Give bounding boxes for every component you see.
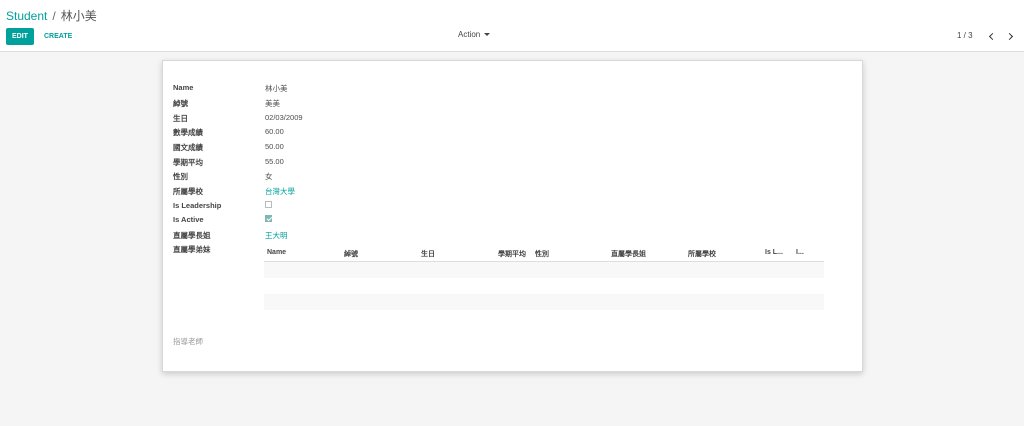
field-row-nickname: 綽號 美美 — [173, 98, 843, 112]
pager-value[interactable]: 1 / 3 — [957, 31, 973, 40]
form-sheet: Name 林小美 綽號 美美 生日 02/03/2009 數學成績 60.00 … — [162, 60, 863, 372]
field-value-nickname: 美美 — [265, 99, 280, 108]
action-dropdown[interactable]: Action — [458, 30, 491, 39]
pager-previous-button[interactable] — [985, 28, 999, 44]
field-label-senior: 直屬學長姐 — [173, 231, 211, 240]
column-header-gender[interactable]: 性別 — [535, 249, 549, 259]
field-row-math-score: 數學成績 60.00 — [173, 127, 843, 141]
field-value-school-link[interactable]: 台灣大學 — [265, 186, 295, 197]
field-label-is-active: Is Active — [173, 215, 204, 224]
column-header-nickname[interactable]: 綽號 — [344, 249, 358, 259]
field-label-birthday: 生日 — [173, 114, 188, 123]
field-value-senior-link[interactable]: 王大明 — [265, 230, 288, 241]
chevron-right-icon — [1005, 32, 1013, 40]
field-row-is-leadership: Is Leadership — [173, 201, 843, 215]
field-row-is-active: Is Active — [173, 215, 843, 229]
column-header-name[interactable]: Name — [267, 249, 286, 256]
field-value-name: 林小美 — [265, 84, 288, 93]
field-label-is-leadership: Is Leadership — [173, 201, 222, 210]
column-header-is-leadership[interactable]: Is L... — [765, 249, 783, 256]
juniors-table: Name 綽號 生日 學期平均 性別 直屬學長姐 所屬學校 Is L... I.… — [264, 245, 824, 310]
pager-next-button[interactable] — [1002, 28, 1016, 44]
action-dropdown-label: Action — [458, 30, 481, 39]
field-row-semester-average: 學期平均 55.00 — [173, 157, 843, 171]
field-row-chinese-score: 國文成績 50.00 — [173, 142, 843, 156]
field-value-chinese-score: 50.00 — [265, 142, 284, 151]
create-button[interactable]: CREATE — [40, 28, 76, 45]
breadcrumb-parent-link[interactable]: Student — [6, 9, 47, 23]
breadcrumb-separator: / — [52, 9, 56, 23]
field-label-nickname: 綽號 — [173, 99, 188, 108]
caret-down-icon — [484, 33, 491, 37]
is-leadership-checkbox[interactable] — [265, 201, 272, 208]
field-row-gender: 性別 女 — [173, 171, 843, 185]
column-header-birthday[interactable]: 生日 — [421, 249, 435, 259]
column-header-semester-average[interactable]: 學期平均 — [498, 249, 526, 259]
column-header-is-active[interactable]: I... — [796, 249, 804, 256]
field-label-name: Name — [173, 83, 194, 92]
field-label-teacher: 指導老師 — [173, 337, 203, 346]
table-row-empty — [264, 262, 824, 278]
breadcrumb: Student / 林小美 — [6, 7, 97, 24]
field-row-school: 所屬學校 台灣大學 — [173, 186, 843, 200]
is-active-checkbox[interactable] — [265, 215, 272, 222]
field-value-semester-average: 55.00 — [265, 157, 284, 166]
table-row-empty — [264, 278, 824, 294]
column-header-school[interactable]: 所屬學校 — [688, 249, 716, 259]
breadcrumb-current: 林小美 — [60, 9, 97, 23]
field-label-math-score: 數學成績 — [173, 128, 203, 137]
field-row-senior: 直屬學長姐 王大明 — [173, 230, 843, 244]
table-row-empty — [264, 294, 824, 310]
field-label-chinese-score: 國文成績 — [173, 143, 203, 152]
field-label-semester-average: 學期平均 — [173, 158, 203, 167]
field-row-name: Name 林小美 — [173, 83, 843, 97]
control-panel: Student / 林小美 EDIT CREATE Action 1 / 3 — [0, 0, 1024, 52]
field-label-juniors: 直屬學弟妹 — [173, 245, 211, 254]
field-value-birthday: 02/03/2009 — [265, 113, 303, 122]
field-row-birthday: 生日 02/03/2009 — [173, 113, 843, 127]
column-header-senior[interactable]: 直屬學長姐 — [611, 249, 646, 259]
edit-button[interactable]: EDIT — [6, 28, 34, 45]
field-label-school: 所屬學校 — [173, 187, 203, 196]
field-value-math-score: 60.00 — [265, 127, 284, 136]
chevron-left-icon — [988, 32, 996, 40]
field-label-gender: 性別 — [173, 172, 188, 181]
field-value-gender: 女 — [265, 172, 273, 181]
juniors-table-header: Name 綽號 生日 學期平均 性別 直屬學長姐 所屬學校 Is L... I.… — [264, 245, 824, 262]
